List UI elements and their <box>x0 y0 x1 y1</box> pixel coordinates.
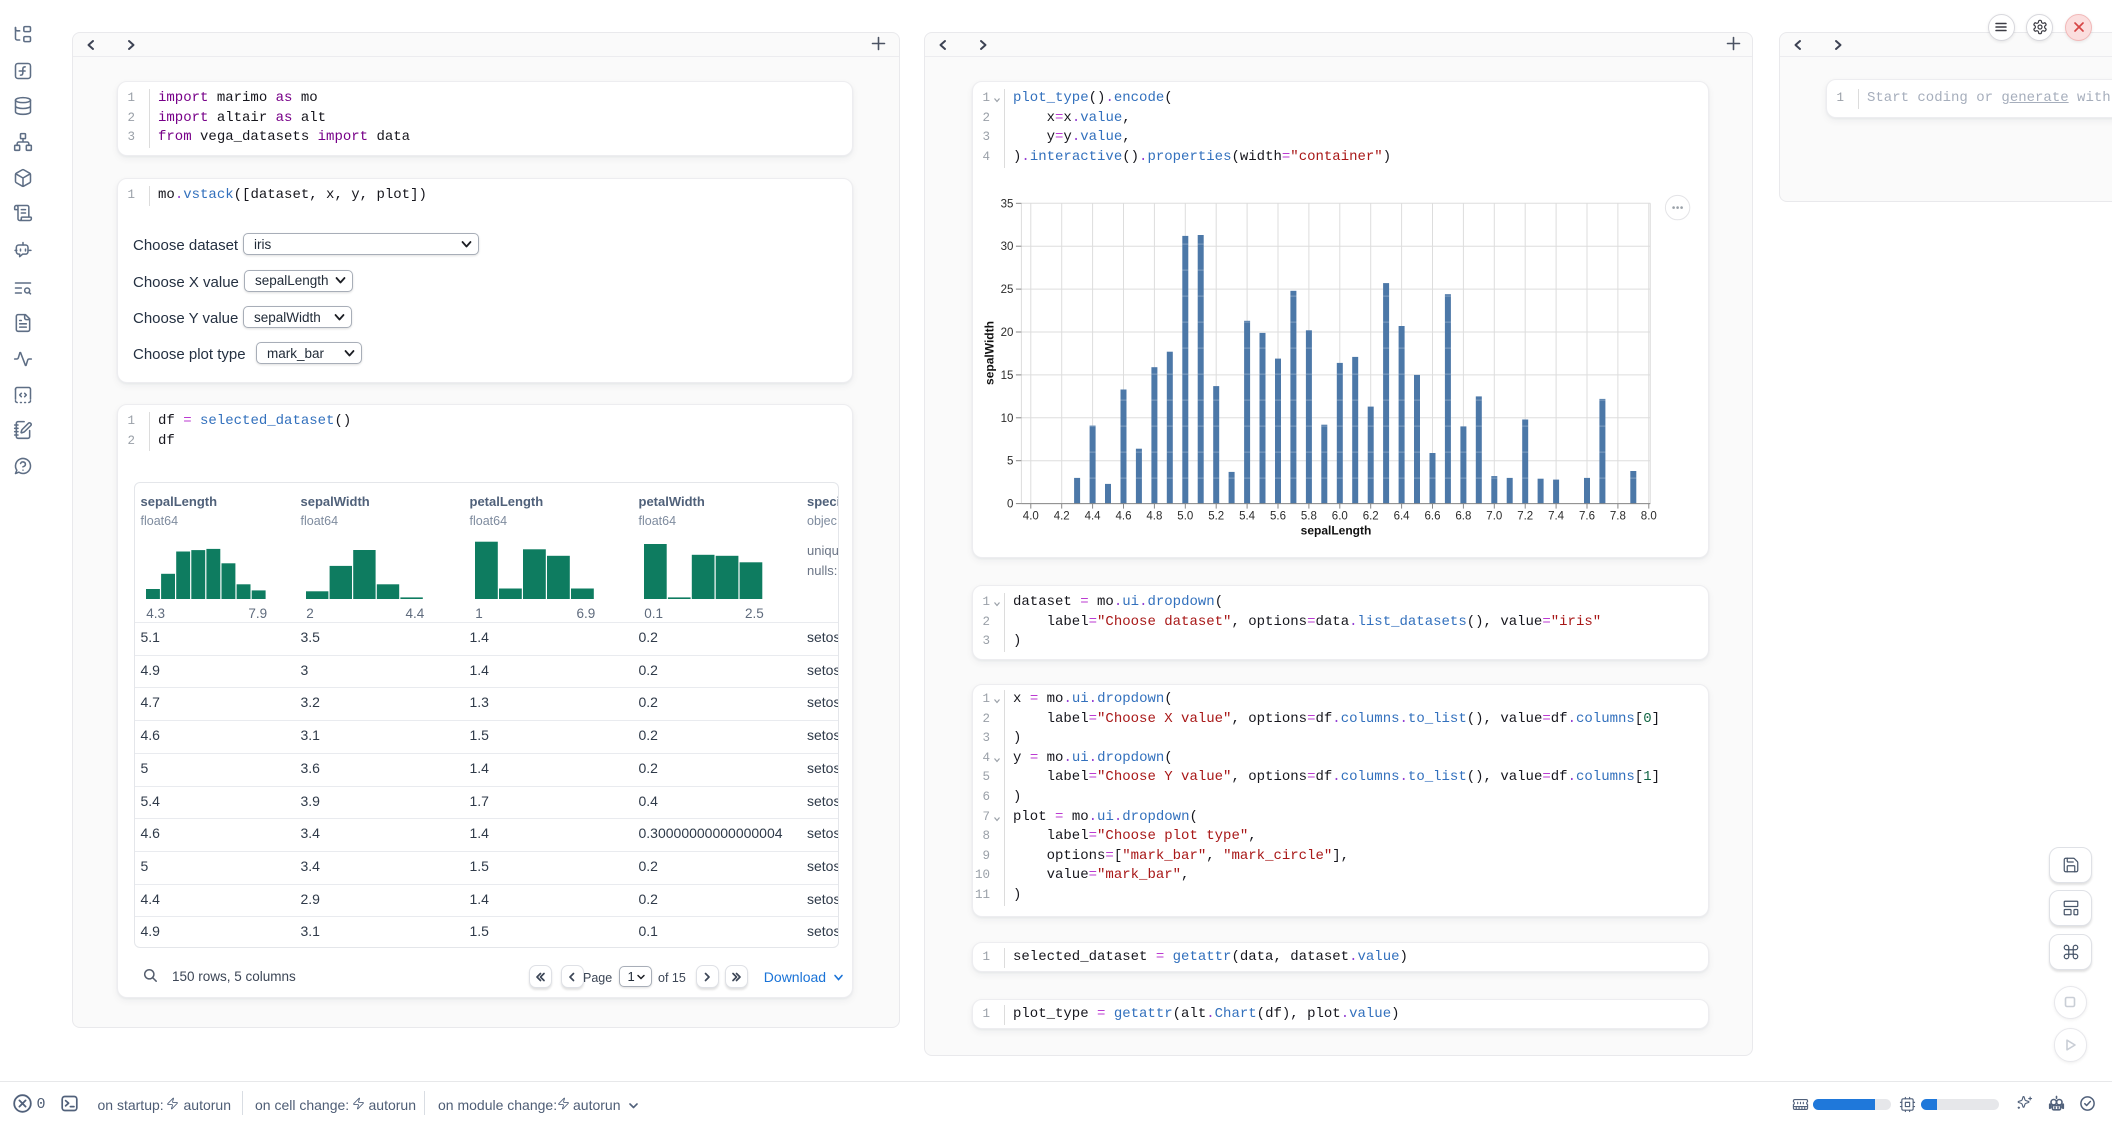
svg-text:6.0: 6.0 <box>1332 511 1348 523</box>
svg-text:5.6: 5.6 <box>1270 511 1286 523</box>
svg-text:0: 0 <box>1007 499 1013 511</box>
svg-text:7.2: 7.2 <box>1517 511 1533 523</box>
svg-text:35: 35 <box>1001 198 1014 210</box>
svg-text:4.6: 4.6 <box>1116 511 1132 523</box>
svg-text:7.8: 7.8 <box>1610 511 1626 523</box>
svg-text:6.8: 6.8 <box>1455 511 1471 523</box>
svg-text:6.6: 6.6 <box>1425 511 1441 523</box>
svg-text:7.6: 7.6 <box>1579 511 1595 523</box>
svg-text:4.0: 4.0 <box>1023 511 1039 523</box>
svg-text:15: 15 <box>1001 370 1014 382</box>
svg-text:20: 20 <box>1001 327 1014 339</box>
svg-text:10: 10 <box>1001 413 1014 425</box>
svg-text:6.2: 6.2 <box>1363 511 1379 523</box>
svg-text:5.2: 5.2 <box>1208 511 1224 523</box>
svg-text:8.0: 8.0 <box>1641 511 1657 523</box>
svg-text:30: 30 <box>1001 241 1014 253</box>
svg-text:25: 25 <box>1001 284 1014 296</box>
svg-text:4.2: 4.2 <box>1054 511 1070 523</box>
svg-text:6.4: 6.4 <box>1394 511 1411 523</box>
svg-text:5: 5 <box>1007 456 1013 468</box>
svg-text:5.0: 5.0 <box>1177 511 1193 523</box>
svg-text:sepalWidth: sepalWidth <box>982 321 996 385</box>
svg-text:5.4: 5.4 <box>1239 511 1256 523</box>
svg-text:7.0: 7.0 <box>1486 511 1502 523</box>
svg-text:5.8: 5.8 <box>1301 511 1317 523</box>
svg-text:sepalLength: sepalLength <box>1301 524 1372 538</box>
svg-text:7.4: 7.4 <box>1548 511 1565 523</box>
svg-text:4.8: 4.8 <box>1146 511 1162 523</box>
svg-text:4.4: 4.4 <box>1085 511 1102 523</box>
